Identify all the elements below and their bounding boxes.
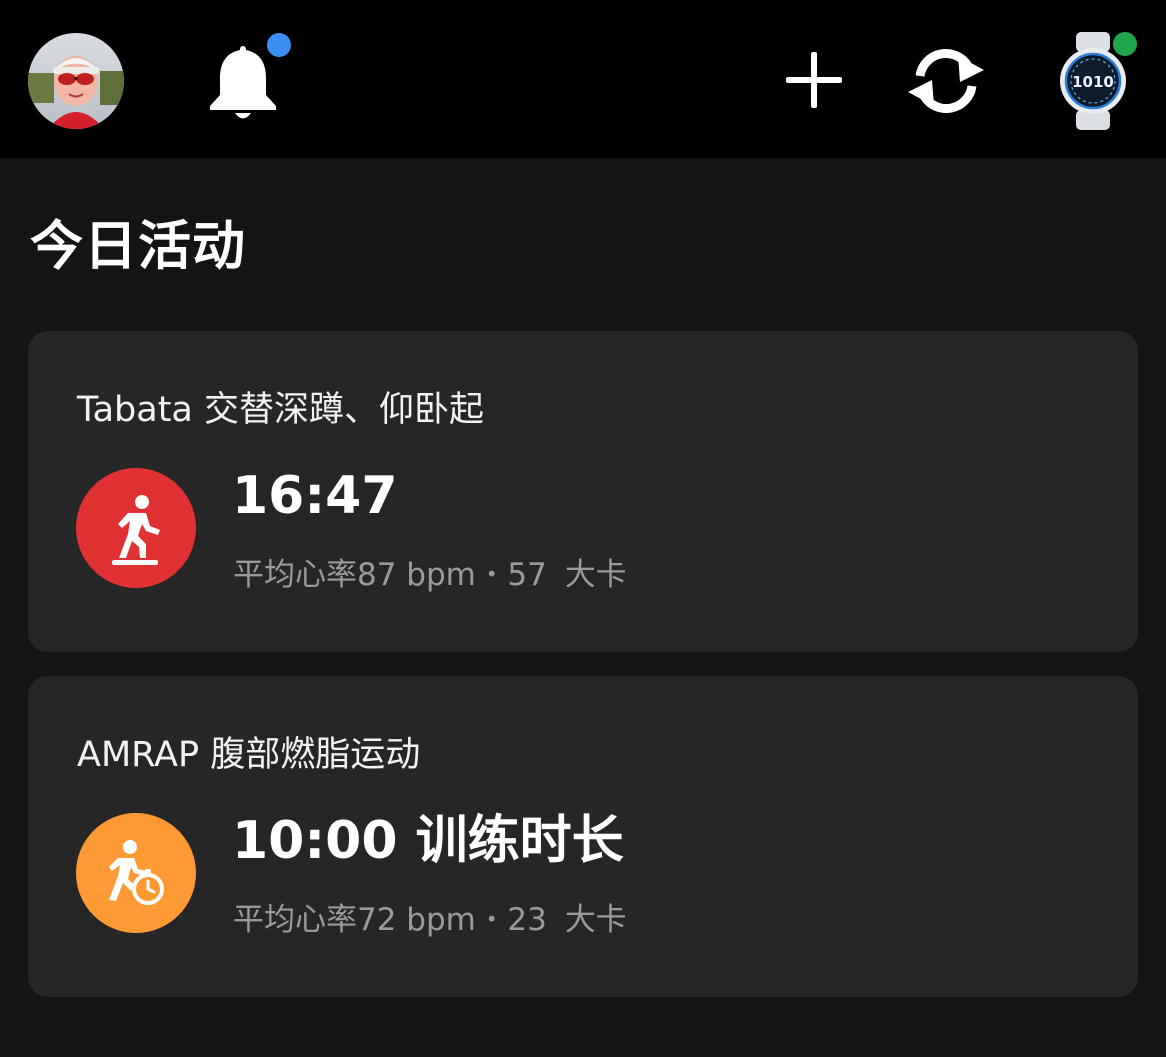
device-button[interactable]: 1010	[1050, 28, 1142, 134]
activity-duration: 10:00 训练时长	[232, 811, 624, 871]
activity-card[interactable]: Tabata 交替深蹲、仰卧起 16:47 平均心率87 bpm • 57 大卡	[28, 331, 1138, 652]
calories-unit: 大卡	[564, 557, 627, 593]
calories-value: 23	[507, 902, 547, 938]
page-title: 今日活动	[30, 216, 246, 277]
calories-unit: 大卡	[564, 902, 627, 938]
notification-dot	[267, 33, 291, 57]
device-connected-dot	[1113, 32, 1137, 56]
profile-avatar[interactable]	[28, 33, 124, 129]
timed-workout-icon	[76, 813, 196, 933]
svg-text:1010: 1010	[1072, 73, 1114, 91]
plus-icon	[786, 52, 842, 108]
activity-name: AMRAP 腹部燃脂运动	[77, 735, 421, 775]
hr-value: 87 bpm	[357, 557, 476, 593]
stats-separator: •	[485, 562, 498, 586]
activity-stats: 平均心率72 bpm • 23 大卡	[233, 896, 627, 943]
hr-label: 平均心率	[233, 557, 357, 593]
notifications-button[interactable]	[206, 33, 291, 124]
hr-value: 72 bpm	[357, 902, 476, 938]
activity-name: Tabata 交替深蹲、仰卧起	[77, 390, 484, 430]
hr-label: 平均心率	[233, 902, 357, 938]
add-button[interactable]	[784, 50, 844, 110]
top-bar: 1010	[0, 0, 1166, 158]
activity-card[interactable]: AMRAP 腹部燃脂运动 10:00 训练时长 平均心率72 bpm • 23 …	[28, 676, 1138, 997]
activity-duration: 16:47	[232, 466, 398, 526]
sync-button[interactable]	[904, 42, 988, 120]
stats-separator: •	[485, 907, 498, 931]
sync-icon	[908, 49, 984, 113]
activity-stats: 平均心率87 bpm • 57 大卡	[233, 551, 627, 598]
calories-value: 57	[507, 557, 547, 593]
strength-training-icon	[76, 468, 196, 588]
